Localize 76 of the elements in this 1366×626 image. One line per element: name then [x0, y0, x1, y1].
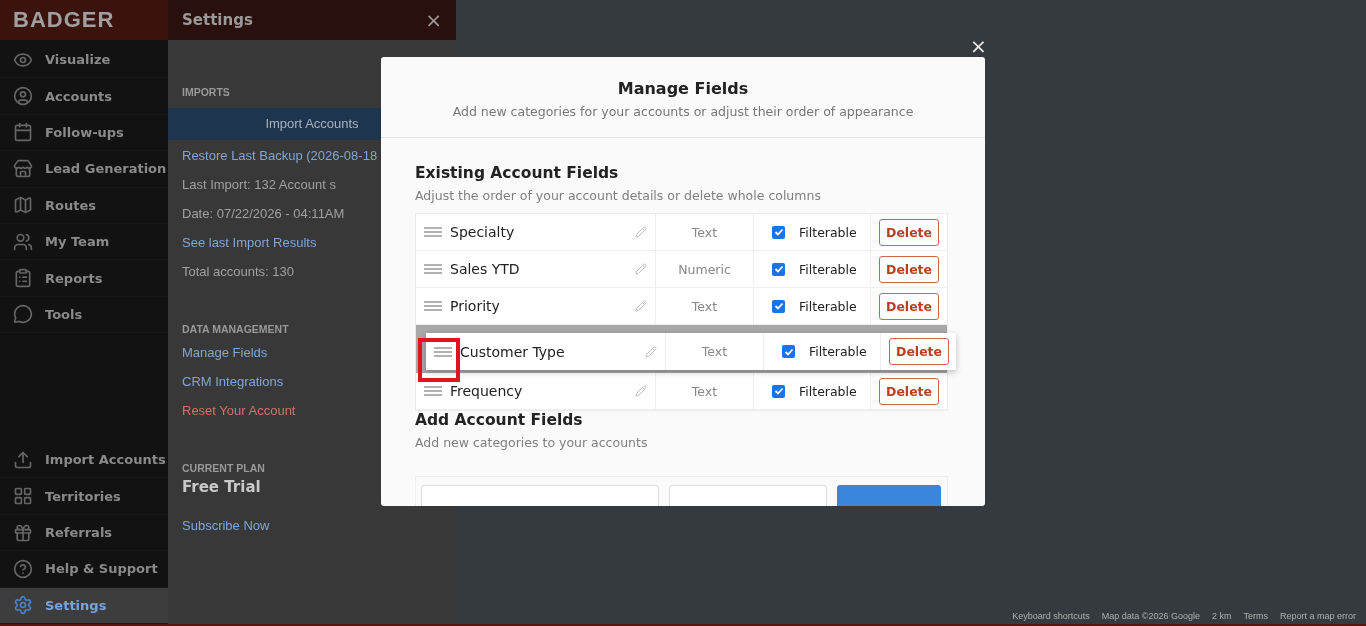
upload-icon	[13, 449, 33, 470]
panel-link[interactable]: Restore Last Backup (2026-08-18	[182, 148, 378, 177]
gift-icon	[13, 522, 33, 543]
drag-handle-icon[interactable]	[424, 386, 442, 396]
panel-link[interactable]: Subscribe Now	[182, 518, 270, 547]
pencil-icon[interactable]	[645, 345, 657, 358]
section-heading: CURRENT PLAN	[181, 462, 266, 474]
sidebar-item[interactable]: Settings	[0, 587, 168, 624]
field-type: Text	[691, 298, 718, 314]
import-info: Total accounts: 130	[182, 264, 295, 281]
field-type: Text	[701, 344, 728, 359]
filterable-label: Filterable	[799, 383, 857, 399]
logo: BADGER	[0, 0, 168, 40]
delete-button[interactable]: Delete	[879, 292, 940, 320]
filterable-checkbox[interactable]	[772, 225, 785, 239]
field-row[interactable]: Frequency Text Filterable Delete	[416, 373, 948, 410]
section-heading: DATA MANAGEMENT	[181, 323, 290, 335]
filterable-checkbox[interactable]	[782, 345, 795, 358]
delete-button[interactable]: Delete	[879, 218, 940, 246]
import-info: Last Import: 132 Account s	[182, 177, 336, 194]
add-field-button[interactable]	[837, 485, 941, 506]
filterable-checkbox[interactable]	[772, 384, 785, 398]
panel-link[interactable]: See last Import Results	[182, 235, 317, 264]
map-footer-text[interactable]: Map data ©2026 Google	[1101, 611, 1200, 621]
map-footer-text[interactable]: 2 km	[1211, 611, 1232, 621]
pencil-icon[interactable]	[635, 263, 647, 275]
store-icon	[13, 158, 33, 179]
plan-name: Free Trial	[182, 478, 261, 498]
field-type: Text	[691, 383, 718, 399]
field-type: Numeric	[678, 261, 731, 277]
panel-link[interactable]: CRM Integrations	[182, 374, 284, 403]
drag-handle-icon[interactable]	[424, 301, 442, 311]
panel-title: Settings	[182, 11, 253, 29]
people-icon	[13, 231, 33, 252]
field-row[interactable]: Specialty Text Filterable Delete	[416, 214, 948, 251]
help-icon	[13, 558, 33, 579]
grid-icon	[13, 486, 33, 507]
close-button[interactable]: ×	[970, 35, 987, 57]
drag-handle-icon[interactable]	[434, 346, 452, 357]
delete-button[interactable]: Delete	[889, 338, 950, 365]
dragged-field-row[interactable]: Customer Type Text Filterable Delete	[426, 333, 956, 370]
clipboard-icon	[13, 268, 33, 289]
section-heading: IMPORTS	[181, 86, 231, 98]
input-field[interactable]	[669, 485, 827, 506]
filterable-label: Filterable	[809, 344, 867, 359]
drag-handle-icon[interactable]	[424, 227, 442, 237]
map-icon	[13, 195, 33, 216]
user-icon	[13, 86, 33, 107]
speech-bubble-icon	[13, 304, 33, 325]
calendar-icon	[13, 122, 33, 143]
settings-icon	[13, 595, 33, 616]
filterable-checkbox[interactable]	[772, 262, 785, 276]
filterable-checkbox[interactable]	[772, 299, 785, 313]
field-type: Text	[691, 224, 718, 240]
import-info: Date: 07/22/2026 - 04:11AM	[182, 206, 345, 223]
map-footer-text[interactable]: Keyboard shortcuts	[1012, 611, 1090, 621]
field-row[interactable]: Priority Text Filterable Delete	[416, 288, 948, 325]
dialog-title: Manage Fields	[617, 79, 749, 98]
map-footer-text[interactable]: Terms	[1243, 611, 1268, 621]
pencil-icon[interactable]	[635, 385, 647, 397]
filterable-label: Filterable	[799, 298, 857, 314]
pencil-icon[interactable]	[635, 226, 647, 238]
input-field[interactable]	[421, 485, 659, 506]
filterable-label: Filterable	[799, 224, 857, 240]
highlight-box	[418, 338, 460, 382]
field-name: Customer Type	[460, 343, 566, 360]
map-footer-text[interactable]: Report a map error	[1279, 611, 1356, 621]
panel-link[interactable]: Manage Fields	[182, 345, 268, 374]
close-button[interactable]: ×	[425, 8, 442, 32]
pencil-icon[interactable]	[635, 300, 647, 312]
drag-handle-icon[interactable]	[424, 264, 442, 274]
panel-link[interactable]: Reset Your Account	[182, 403, 296, 432]
delete-button[interactable]: Delete	[879, 255, 940, 283]
filterable-label: Filterable	[799, 261, 857, 277]
delete-button[interactable]: Delete	[879, 377, 940, 405]
field-row[interactable]: Sales YTD Numeric Filterable Delete	[416, 251, 948, 288]
